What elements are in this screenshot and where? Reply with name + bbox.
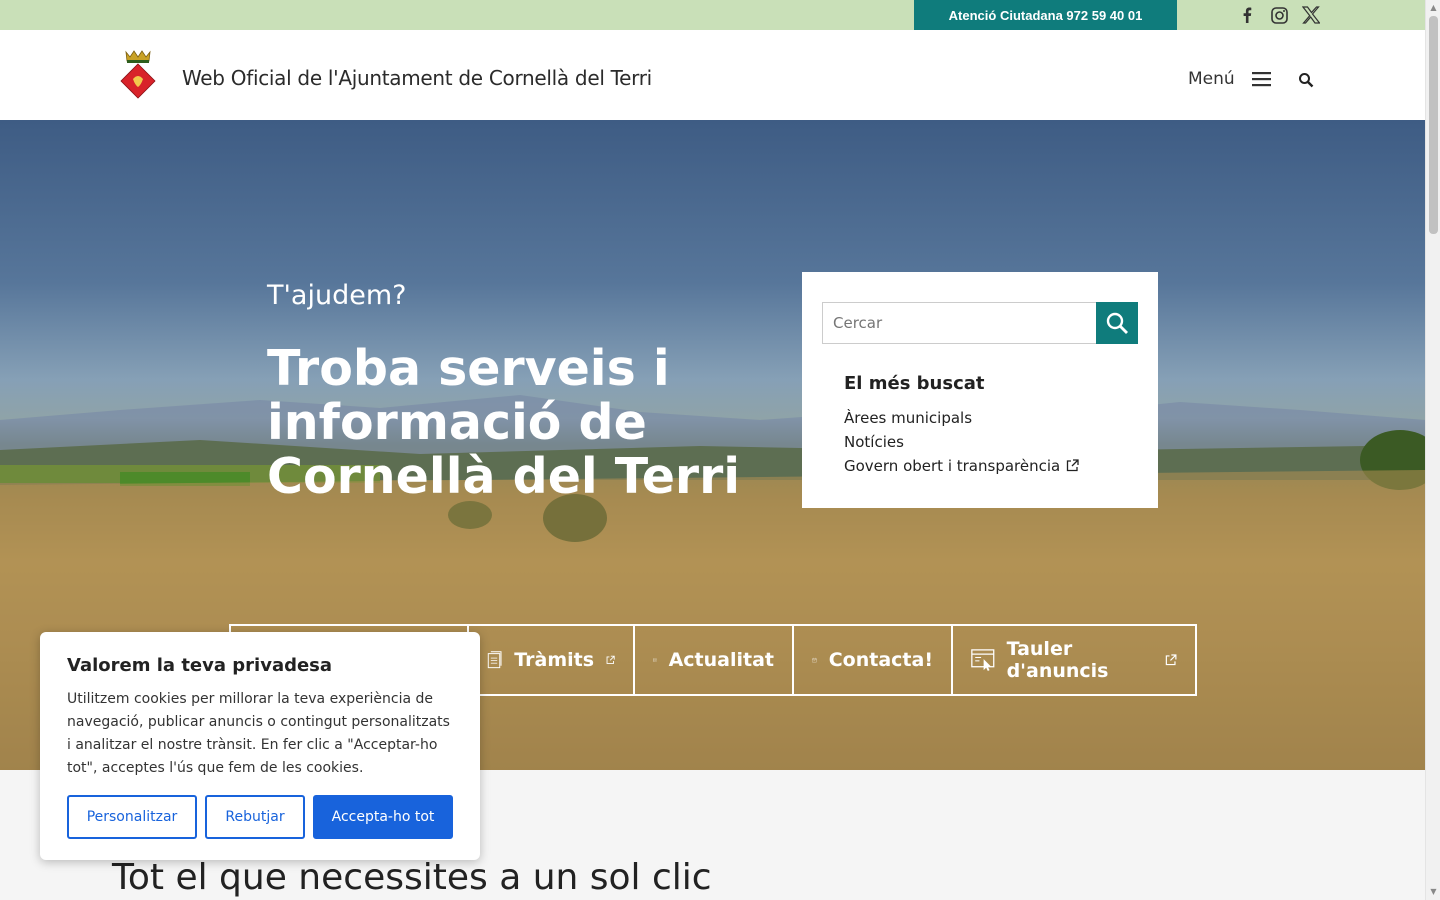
calendar-grid-icon — [653, 658, 657, 662]
document-icon — [487, 651, 502, 669]
quick-link-label: Tauler d'anuncis — [1006, 638, 1109, 682]
quick-link-label: Tràmits — [514, 649, 595, 671]
link-label[interactable]: Notícies — [844, 433, 904, 451]
quick-link-tauler-anuncis[interactable]: Tauler d'anuncis — [951, 626, 1195, 694]
site-header: Web Oficial de l'Ajuntament de Cornellà … — [0, 30, 1425, 120]
cookie-customize-button[interactable]: Personalitzar — [67, 795, 197, 839]
link-label[interactable]: Govern obert i transparència — [844, 457, 1060, 475]
quick-link-contacta[interactable]: Contacta! — [792, 626, 951, 694]
link-label[interactable]: Àrees municipals — [844, 409, 972, 427]
quick-link-label: Actualitat — [668, 649, 774, 671]
calendar-check-icon — [812, 657, 817, 663]
page-scrollbar[interactable]: ▲ ▼ — [1425, 0, 1440, 900]
external-link-icon — [606, 655, 615, 664]
board-click-icon — [971, 649, 995, 671]
external-link-icon — [1067, 459, 1079, 472]
hero-title: Troba serveis i informació de Cornellà d… — [267, 340, 741, 505]
search-submit-button[interactable] — [1096, 302, 1138, 344]
hamburger-menu-icon[interactable] — [1252, 70, 1272, 88]
most-searched-list: Àrees municipals Notícies Govern obert i… — [844, 408, 1079, 480]
instagram-icon[interactable] — [1268, 5, 1290, 25]
x-twitter-icon[interactable] — [1300, 5, 1322, 25]
section-title: Tot el que necessites a un sol clic — [112, 857, 712, 898]
scroll-thumb[interactable] — [1429, 16, 1438, 234]
search-icon[interactable] — [1298, 72, 1314, 88]
hero-subtitle: T'ajudem? — [267, 280, 407, 311]
citizen-service-phone[interactable]: Atenció Ciutadana 972 59 40 01 — [914, 0, 1177, 30]
search-icon — [1106, 312, 1128, 334]
cookie-consent-banner: Valorem la teva privadesa Utilitzem cook… — [40, 632, 480, 860]
cookie-accept-all-button[interactable]: Accepta-ho tot — [313, 795, 453, 839]
social-links — [1236, 5, 1322, 25]
search-input[interactable] — [822, 302, 1097, 344]
cookie-reject-button[interactable]: Rebutjar — [205, 795, 305, 839]
scroll-up-arrow-icon[interactable]: ▲ — [1429, 3, 1438, 12]
most-searched-link[interactable]: Notícies — [844, 432, 1079, 456]
most-searched-heading: El més buscat — [844, 373, 985, 394]
external-link-icon — [1165, 654, 1177, 666]
most-searched-link[interactable]: Govern obert i transparència — [844, 456, 1079, 480]
site-title[interactable]: Web Oficial de l'Ajuntament de Cornellà … — [182, 66, 652, 90]
quick-link-actualitat[interactable]: Actualitat — [633, 626, 792, 694]
scroll-down-arrow-icon[interactable]: ▼ — [1429, 887, 1438, 896]
menu-label[interactable]: Menú — [1188, 69, 1235, 89]
most-searched-link[interactable]: Àrees municipals — [844, 408, 1079, 432]
cookie-text: Utilitzem cookies per millorar la teva e… — [67, 691, 450, 776]
quick-link-tramits[interactable]: Tràmits — [467, 626, 633, 694]
top-bar: Atenció Ciutadana 972 59 40 01 — [0, 0, 1425, 30]
facebook-icon[interactable] — [1236, 5, 1258, 25]
search-card: El més buscat Àrees municipals Notícies … — [802, 272, 1158, 508]
quick-link-label: Contacta! — [828, 649, 933, 671]
cookie-title: Valorem la teva privadesa — [67, 655, 333, 676]
municipal-coat-of-arms-logo[interactable] — [118, 50, 158, 100]
